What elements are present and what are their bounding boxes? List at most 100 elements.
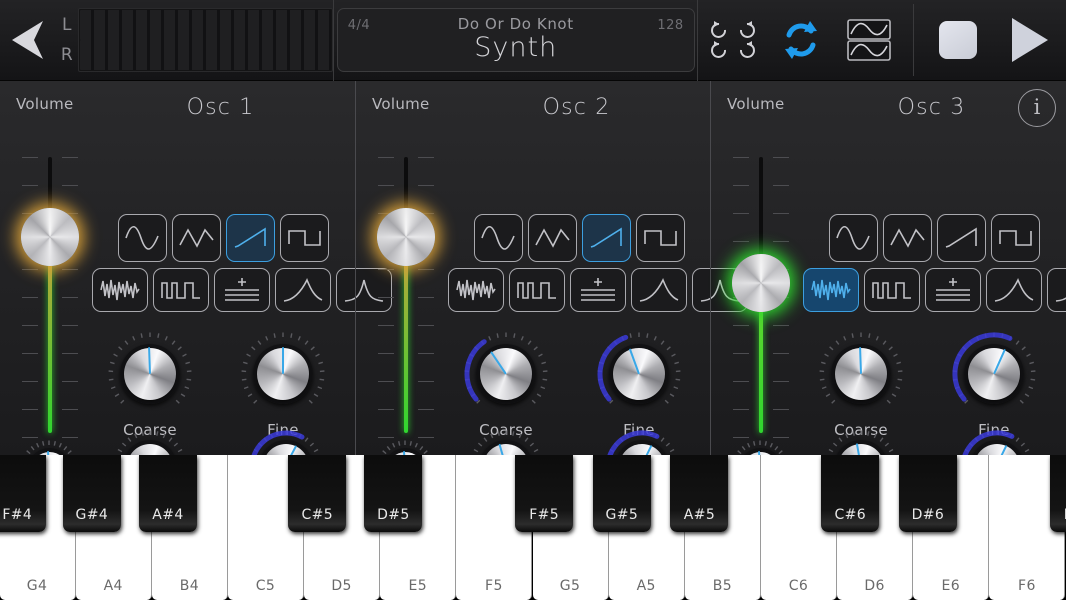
waveform-button-row (118, 214, 334, 262)
noise-button[interactable] (803, 268, 859, 312)
black-key-label: F#4 (2, 507, 33, 523)
volume-slider[interactable] (14, 119, 86, 438)
cycle-icon (784, 21, 817, 59)
volume-slider-knob[interactable] (732, 254, 790, 312)
swell-button[interactable] (986, 268, 1042, 312)
black-key-label: D#5 (377, 507, 410, 523)
volume-slider-knob[interactable] (377, 208, 435, 266)
black-key[interactable]: F#5 (515, 455, 574, 532)
knob-fine: Fine (949, 331, 1039, 439)
swell-button[interactable] (275, 268, 331, 312)
black-key[interactable]: G#5 (592, 455, 651, 532)
white-key-label: C6 (788, 578, 809, 594)
oscillator-panel-2: Volume Osc 2 Coarse Fine (355, 81, 748, 527)
knob-control[interactable] (463, 331, 549, 417)
oscillator-panel-1: Volume Osc 1 Coarse Fine (0, 81, 392, 527)
header-left-section: L R (0, 0, 335, 81)
waveform-view-button[interactable] (833, 0, 905, 81)
knob-cap (257, 346, 309, 400)
knob-cap (835, 346, 887, 400)
black-key[interactable]: C#6 (821, 455, 880, 532)
white-key-label: A5 (636, 578, 656, 594)
modifier-button-row (448, 268, 753, 312)
noise-button[interactable] (448, 268, 504, 312)
black-key[interactable]: D#6 (898, 455, 957, 532)
additive-button[interactable] (925, 268, 981, 312)
info-button[interactable]: i (1018, 89, 1056, 127)
oscillator-title: Osc 1 (186, 95, 255, 120)
slider-track-lit (404, 237, 408, 433)
oscillator-panel-3: Volume Osc 3 i Coarse Fine (710, 81, 1066, 527)
square-wave-button[interactable] (991, 214, 1040, 262)
swell-button[interactable] (631, 268, 687, 312)
resonance-button[interactable] (1047, 268, 1066, 312)
level-meters (78, 8, 333, 72)
white-key-label: B4 (179, 578, 199, 594)
saw-wave-button[interactable] (226, 214, 275, 262)
saw-wave-button[interactable] (582, 214, 631, 262)
black-key[interactable]: D#5 (364, 455, 423, 532)
knob-cap (968, 348, 1020, 400)
black-key-label: G#4 (75, 507, 109, 523)
loop-arrows-icon (711, 21, 755, 58)
black-key[interactable]: G#4 (62, 455, 121, 532)
cycle-button[interactable] (768, 0, 833, 81)
knob-control[interactable] (818, 331, 904, 417)
black-key[interactable]: F#4 (0, 455, 47, 532)
piano-keyboard[interactable]: eskTop G4A4B4C5D5E5F5G5A5B5C6D6E6F6F#4G#… (0, 455, 1066, 600)
black-key-label: C#5 (301, 507, 334, 523)
back-button[interactable] (0, 0, 56, 81)
triangle-wave-button[interactable] (528, 214, 577, 262)
knob-coarse: Coarse (105, 331, 195, 439)
oscillator-panels: Volume Osc 1 Coarse Fine Volume Osc 2 Co… (0, 81, 1066, 527)
knob-pointer (489, 350, 507, 375)
loop-button[interactable] (698, 0, 768, 81)
pulse-button[interactable] (153, 268, 209, 312)
saw-wave-button[interactable] (937, 214, 986, 262)
volume-slider[interactable] (370, 119, 442, 438)
knob-control[interactable] (240, 331, 326, 417)
knob-control[interactable] (596, 331, 682, 417)
volume-slider-knob[interactable] (21, 208, 79, 266)
knob-control[interactable] (107, 331, 193, 417)
preset-bank-name: Do Or Do Knot (457, 15, 574, 33)
additive-button[interactable] (570, 268, 626, 312)
additive-button[interactable] (214, 268, 270, 312)
black-key-label: F#6 (1050, 507, 1066, 523)
black-key-label: A#4 (152, 507, 184, 523)
sine-wave-button[interactable] (118, 214, 167, 262)
stop-button[interactable] (922, 0, 994, 81)
volume-slider[interactable] (725, 119, 797, 438)
play-button[interactable] (994, 0, 1066, 81)
black-key[interactable]: A#4 (139, 455, 197, 532)
white-key-label: A4 (103, 578, 123, 594)
modifier-button-row (803, 268, 1066, 312)
triangle-wave-button[interactable] (883, 214, 932, 262)
black-key[interactable]: C#5 (288, 455, 347, 532)
header-center-section: 4/4 128 Do Or Do Knot Synth (334, 0, 698, 81)
oscillator-title: Osc 3 (897, 95, 966, 120)
waveform-button-row (474, 214, 690, 262)
white-key-label: G4 (26, 578, 48, 594)
oscillator-title: Osc 2 (542, 95, 611, 120)
knob-fine: Fine (238, 331, 328, 439)
white-key-label: D6 (864, 578, 885, 594)
preset-display[interactable]: 4/4 128 Do Or Do Knot Synth (336, 8, 695, 72)
square-wave-button[interactable] (636, 214, 685, 262)
sine-wave-button[interactable] (474, 214, 523, 262)
sine-wave-button[interactable] (829, 214, 878, 262)
header-right-section (698, 0, 1066, 81)
knob-control[interactable] (951, 331, 1037, 417)
square-wave-button[interactable] (280, 214, 329, 262)
noise-button[interactable] (92, 268, 148, 312)
knob-pointer (992, 348, 1007, 375)
black-key[interactable]: A#5 (670, 455, 729, 532)
black-key-label: C#6 (834, 507, 867, 523)
volume-label: Volume (372, 95, 430, 113)
white-key-label: B5 (712, 578, 732, 594)
pulse-button[interactable] (509, 268, 565, 312)
black-key[interactable]: F#6 (1049, 455, 1066, 532)
stop-icon (939, 21, 977, 59)
pulse-button[interactable] (864, 268, 920, 312)
triangle-wave-button[interactable] (172, 214, 221, 262)
